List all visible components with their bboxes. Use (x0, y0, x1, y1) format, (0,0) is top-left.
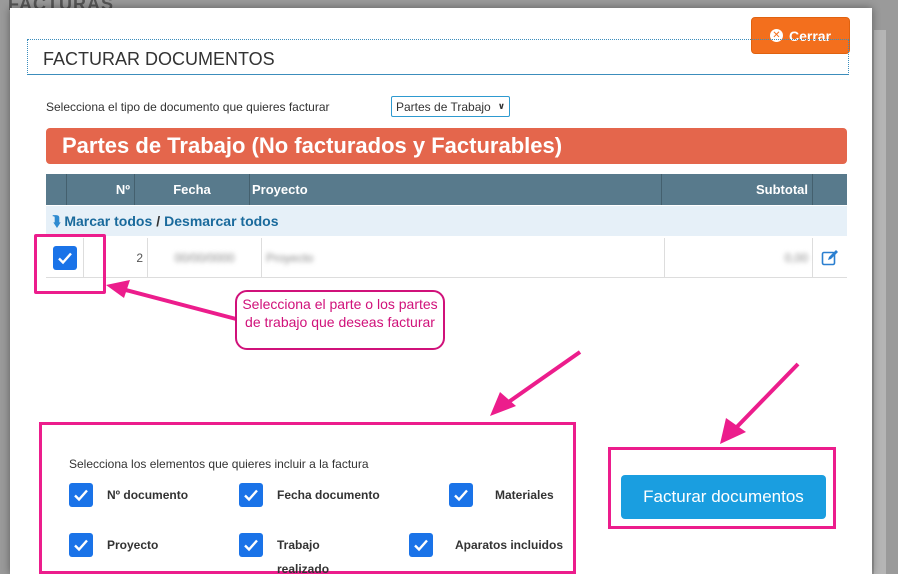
option-materiales[interactable]: Materiales (449, 483, 554, 507)
header-fecha[interactable]: Fecha (135, 174, 250, 205)
doc-type-label: Selecciona el tipo de documento que quie… (46, 100, 330, 114)
check-icon (74, 539, 88, 552)
header-proyecto[interactable]: Proyecto (250, 174, 662, 205)
option-checkbox[interactable] (449, 483, 473, 507)
bill-documents-button[interactable]: Facturar documentos (621, 475, 826, 519)
annotation-arrow-2 (490, 350, 582, 416)
highlight-row-checkbox (34, 234, 106, 294)
doc-type-select[interactable]: Partes de Trabajo ∨ (391, 96, 510, 117)
table-header: Nº Fecha Proyecto Subtotal (46, 174, 847, 205)
table-row: 2 00/00/0000 Proyecto 0,00 (46, 238, 847, 278)
check-icon (454, 489, 468, 502)
option-checkbox[interactable] (69, 483, 93, 507)
option-checkbox[interactable] (239, 483, 263, 507)
option-num-documento[interactable]: Nº documento (69, 483, 188, 507)
option-trabajo-realizado[interactable]: Trabajo realizado (239, 533, 337, 574)
option-fecha-documento[interactable]: Fecha documento (239, 483, 380, 507)
invoice-modal: ✕ Cerrar FACTURAR DOCUMENTOS Selecciona … (10, 8, 872, 574)
deselect-all-link[interactable]: Desmarcar todos (164, 213, 278, 229)
option-label: Trabajo realizado (277, 538, 330, 574)
options-title: Selecciona los elementos que quieres inc… (69, 457, 369, 471)
row-proyecto: Proyecto (262, 238, 665, 277)
option-label: Nº documento (107, 488, 189, 502)
select-all-link[interactable]: Marcar todos (64, 213, 152, 229)
background-scrollbar (874, 30, 886, 574)
option-label: Proyecto (107, 538, 159, 552)
row-fecha: 00/00/0000 (148, 238, 262, 277)
annotation-arrow-3 (720, 362, 800, 444)
option-label: Fecha documento (277, 488, 380, 502)
header-edit-col (813, 174, 847, 205)
section-banner: Partes de Trabajo (No facturados y Factu… (46, 128, 847, 164)
option-proyecto[interactable]: Proyecto (69, 533, 158, 557)
header-check-col (46, 174, 67, 205)
header-subtotal[interactable]: Subtotal (662, 174, 813, 205)
option-checkbox[interactable] (409, 533, 433, 557)
chevron-down-icon: ∨ (497, 101, 505, 111)
option-label: Materiales (495, 488, 554, 502)
annotation-callout: Selecciona el parte o los partes de trab… (235, 290, 445, 350)
check-icon (414, 539, 428, 552)
highlight-bill-button: Facturar documentos (608, 447, 836, 529)
check-icon (244, 539, 258, 552)
option-label: Aparatos incluidos (455, 538, 564, 552)
select-separator: / (156, 213, 161, 229)
modal-title-bar: FACTURAR DOCUMENTOS (27, 39, 849, 75)
option-checkbox[interactable] (69, 533, 93, 557)
doc-type-selected: Partes de Trabajo (396, 99, 491, 114)
include-options-panel: Selecciona los elementos que quieres inc… (39, 422, 576, 574)
annotation-arrow-1 (106, 280, 241, 322)
check-icon (244, 489, 258, 502)
option-checkbox[interactable] (239, 533, 263, 557)
check-icon (74, 489, 88, 502)
edit-icon[interactable] (821, 249, 839, 267)
arrow-down-icon: ⮯ (52, 212, 61, 229)
modal-title: FACTURAR DOCUMENTOS (43, 49, 275, 69)
option-aparatos-incluidos[interactable]: Aparatos incluidos (409, 533, 563, 557)
header-num[interactable]: Nº (67, 174, 135, 205)
select-all-row: ⮯ Marcar todos / Desmarcar todos (46, 206, 847, 236)
row-edit-cell (813, 238, 847, 277)
row-subtotal: 0,00 (665, 238, 813, 277)
